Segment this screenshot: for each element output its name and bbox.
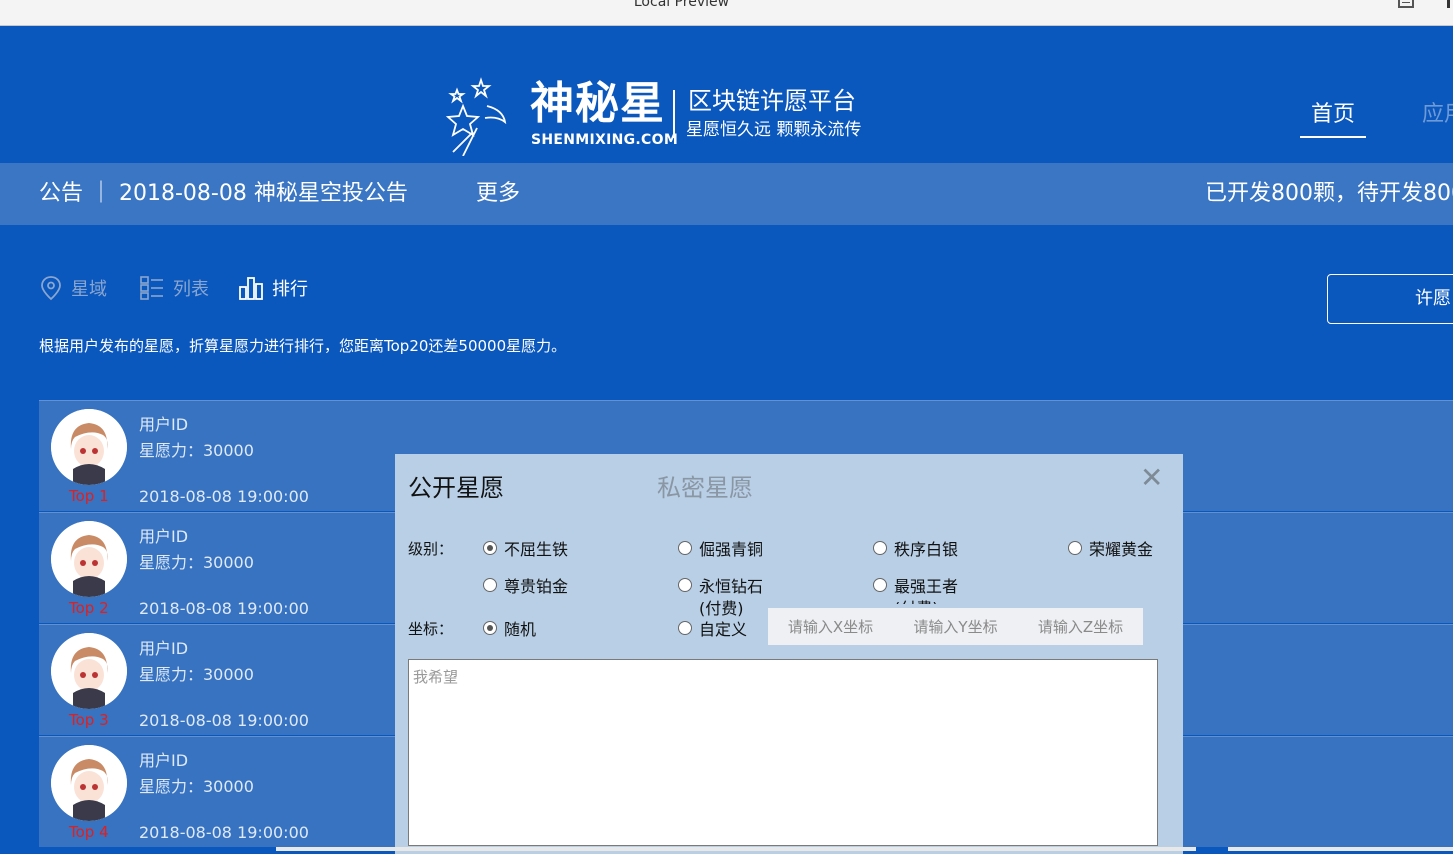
level-option-label: 荣耀黄金: [1089, 540, 1154, 559]
brand-domain: SHENMIXING.COM: [531, 132, 679, 148]
tab-list-label: 列表: [173, 279, 209, 300]
timestamp: 2018-08-08 19:00:00: [139, 487, 309, 506]
user-id: 用户ID: [139, 415, 189, 434]
coord-option-label: 自定义: [699, 620, 748, 639]
announcement-more-link[interactable]: 更多: [476, 179, 520, 209]
x-coordinate-input[interactable]: [768, 608, 893, 645]
rank-label: Top 3: [69, 711, 109, 729]
announcement-bar: 公告 ｜ 2018-08-08 神秘星空投公告 更多 已开发800颗，待开发80…: [0, 163, 1453, 225]
tab-private-wish[interactable]: 私密星愿: [657, 468, 753, 503]
tab-ranking-label: 排行: [272, 279, 308, 300]
tab-ranking[interactable]: 排行: [238, 274, 308, 302]
star-dev-status: 已开发800颗，待开发800: [1205, 181, 1453, 206]
level-radio-king[interactable]: 最强王者 (付费): [873, 576, 983, 604]
bottom-scroll-strip: [276, 847, 1196, 851]
wish-power: 星愿力：30000: [139, 553, 254, 572]
level-radio-iron[interactable]: 不屈生铁: [483, 539, 568, 561]
tab-star-domain-label: 星域: [71, 279, 107, 300]
nav-home-link[interactable]: 首页: [1300, 100, 1366, 130]
brand-divider: [673, 90, 675, 138]
coordinate-inputs: [768, 608, 1143, 645]
timestamp: 2018-08-08 19:00:00: [139, 823, 309, 842]
document-icon[interactable]: [1398, 0, 1414, 8]
ranking-description: 根据用户发布的星愿，折算星愿力进行排行，您距离Top20还差50000星愿力。: [39, 337, 567, 355]
wish-textarea[interactable]: [408, 659, 1158, 846]
level-radio-platinum[interactable]: 尊贵铂金: [483, 576, 568, 598]
level-option-label: 秩序白银: [894, 540, 959, 559]
coord-radio-random[interactable]: 随机: [483, 619, 536, 641]
wish-power: 星愿力：30000: [139, 441, 254, 460]
avatar: [51, 745, 127, 821]
window-edge-mark: [1447, 0, 1450, 8]
radio-dot: [678, 621, 692, 635]
tab-public-wish[interactable]: 公开星愿: [408, 468, 504, 503]
user-id: 用户ID: [139, 751, 189, 770]
user-id: 用户ID: [139, 639, 189, 658]
level-radio-silver[interactable]: 秩序白银: [873, 539, 958, 561]
coord-option-label: 随机: [504, 620, 537, 639]
brand-name: 神秘星: [530, 78, 665, 129]
timestamp: 2018-08-08 19:00:00: [139, 599, 309, 618]
radio-dot: [678, 541, 692, 555]
window-titlebar: Local Preview: [0, 0, 1453, 26]
rank-label: Top 2: [69, 599, 109, 617]
radio-dot: [873, 578, 887, 592]
level-radio-bronze[interactable]: 倔强青铜: [678, 539, 763, 561]
tab-star-domain[interactable]: 星域: [39, 274, 107, 302]
rank-label: Top 1: [69, 487, 109, 505]
make-wish-modal: 公开星愿 私密星愿 ✕ 级别： 不屈生铁 倔强青铜 秩序白银 荣耀黄金 尊贵铂金…: [395, 454, 1183, 854]
wish-power: 星愿力：30000: [139, 665, 254, 684]
announcement-text[interactable]: 公告 ｜ 2018-08-08 神秘星空投公告: [39, 179, 408, 209]
rank-label: Top 4: [69, 823, 109, 841]
radio-dot: [1068, 541, 1082, 555]
radio-dot: [483, 621, 497, 635]
site-header: 神秘星 SHENMIXING.COM 区块链许愿平台 星愿恒久远 颗颗永流传 首…: [0, 26, 1453, 162]
level-option-label: 尊贵铂金: [504, 577, 569, 596]
close-icon[interactable]: ✕: [1140, 464, 1163, 492]
location-pin-icon: [41, 276, 61, 301]
level-radio-gold[interactable]: 荣耀黄金: [1068, 539, 1153, 561]
wish-power: 星愿力：30000: [139, 777, 254, 796]
level-option-label: 倔强青铜: [699, 540, 764, 559]
nav-app-link[interactable]: 应用: [1422, 100, 1453, 130]
slogan-sub: 星愿恒久远 颗颗永流传: [686, 120, 862, 140]
radio-dot: [678, 578, 692, 592]
coord-radio-custom[interactable]: 自定义: [678, 619, 747, 641]
nav-active-underline: [1300, 136, 1366, 138]
level-option-label: 最强王者 (付费): [894, 577, 959, 604]
level-label: 级别：: [408, 540, 454, 558]
slogan-main: 区块链许愿平台: [688, 87, 856, 115]
wand-star-logo-icon: [445, 77, 507, 156]
coord-label: 坐标：: [408, 620, 454, 638]
window-title: Local Preview: [633, 0, 730, 10]
avatar: [51, 409, 127, 485]
radio-dot: [483, 578, 497, 592]
y-coordinate-input[interactable]: [893, 608, 1018, 645]
user-id: 用户ID: [139, 527, 189, 546]
level-option-label: 不屈生铁: [504, 540, 569, 559]
radio-dot: [483, 541, 497, 555]
timestamp: 2018-08-08 19:00:00: [139, 711, 309, 730]
z-coordinate-input[interactable]: [1018, 608, 1143, 645]
bar-chart-icon: [239, 277, 263, 300]
make-wish-button[interactable]: 许愿: [1327, 274, 1453, 324]
radio-dot: [873, 541, 887, 555]
bottom-scroll-strip: [1228, 847, 1453, 851]
avatar: [51, 521, 127, 597]
list-icon: [140, 276, 163, 300]
avatar: [51, 633, 127, 709]
tab-list[interactable]: 列表: [139, 274, 209, 302]
